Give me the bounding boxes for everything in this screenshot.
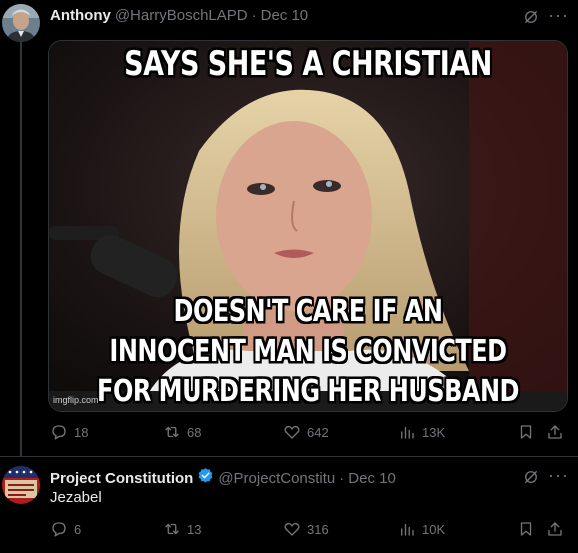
like-button[interactable]: 642 xyxy=(283,423,329,441)
author-name[interactable]: Anthony xyxy=(50,7,111,24)
reply-count-2: 6 xyxy=(74,521,82,537)
author-handle-2[interactable]: @ProjectConstitu xyxy=(218,470,335,487)
heart-icon xyxy=(284,522,300,536)
tweet-media-image[interactable]: SAYS SHE'S A CHRISTIAN DOESN'T CARE IF A… xyxy=(48,40,568,412)
views-count-2: 10K xyxy=(422,521,446,537)
tweet-date-2[interactable]: Dec 10 xyxy=(348,470,396,487)
share-button-2[interactable] xyxy=(546,520,564,538)
verified-badge-icon xyxy=(197,467,214,489)
reply-button-2[interactable]: 6 xyxy=(50,520,81,538)
more-options-button-2[interactable]: ··· xyxy=(548,465,569,486)
tweet-text-2: Jezabel xyxy=(50,489,102,506)
meme-bottom-text: DOESN'T CARE IF AN INNOCENT MAN IS CONVI… xyxy=(49,291,567,411)
meme-bottom-line-2: INNOCENT MAN IS CONVICTED xyxy=(109,333,507,369)
views-count: 13K xyxy=(422,424,446,440)
meme-top-text: SAYS SHE'S A CHRISTIAN xyxy=(124,45,492,84)
meme-bottom-line-3: FOR MURDERING HER HUSBAND xyxy=(97,373,519,409)
repost-button-2[interactable]: 13 xyxy=(163,520,201,538)
reply-count: 18 xyxy=(74,424,89,440)
reply-icon xyxy=(52,522,66,537)
grok-button[interactable] xyxy=(522,8,540,26)
like-count-2: 316 xyxy=(307,521,329,537)
avatar-project-constitution-image xyxy=(2,466,40,504)
grok-button-2[interactable] xyxy=(522,468,540,486)
reply-button[interactable]: 18 xyxy=(50,423,88,441)
share-icon xyxy=(548,425,562,439)
repost-button[interactable]: 68 xyxy=(163,423,201,441)
share-icon xyxy=(548,522,562,536)
thread-connector-line xyxy=(20,42,22,457)
views-button-2[interactable]: 10K xyxy=(398,520,445,538)
grok-icon xyxy=(525,471,537,483)
like-button-2[interactable]: 316 xyxy=(283,520,329,538)
bookmark-icon xyxy=(520,425,532,439)
author-name-2[interactable]: Project Constitution xyxy=(50,470,193,487)
tweet-divider xyxy=(0,456,578,457)
share-button[interactable] xyxy=(546,423,564,441)
repost-icon xyxy=(165,426,179,438)
more-icon: ··· xyxy=(548,465,569,485)
meme-bottom-line-1: DOESN'T CARE IF AN xyxy=(173,293,443,329)
views-icon xyxy=(401,523,414,536)
author-handle[interactable]: @HarryBoschLAPD xyxy=(115,7,248,24)
like-count: 642 xyxy=(307,424,329,440)
avatar-anthony[interactable] xyxy=(2,4,40,42)
repost-count: 68 xyxy=(187,424,202,440)
avatar-anthony-image xyxy=(2,4,40,42)
more-options-button[interactable]: ··· xyxy=(548,5,569,26)
imgflip-watermark: imgflip.com xyxy=(53,395,99,405)
bookmark-button[interactable] xyxy=(517,423,535,441)
avatar-project-constitution[interactable] xyxy=(2,466,40,504)
heart-icon xyxy=(284,425,300,439)
repost-count-2: 13 xyxy=(187,521,202,537)
repost-icon xyxy=(165,523,179,535)
bookmark-icon xyxy=(520,522,532,536)
views-icon xyxy=(401,426,414,439)
meta-separator: · xyxy=(251,7,257,24)
bookmark-button-2[interactable] xyxy=(517,520,535,538)
reply-icon xyxy=(52,425,66,440)
grok-icon xyxy=(525,11,537,23)
more-icon: ··· xyxy=(548,5,569,25)
meta-separator-2: · xyxy=(339,469,345,487)
tweet-date[interactable]: Dec 10 xyxy=(261,7,309,24)
views-button[interactable]: 13K xyxy=(398,423,445,441)
